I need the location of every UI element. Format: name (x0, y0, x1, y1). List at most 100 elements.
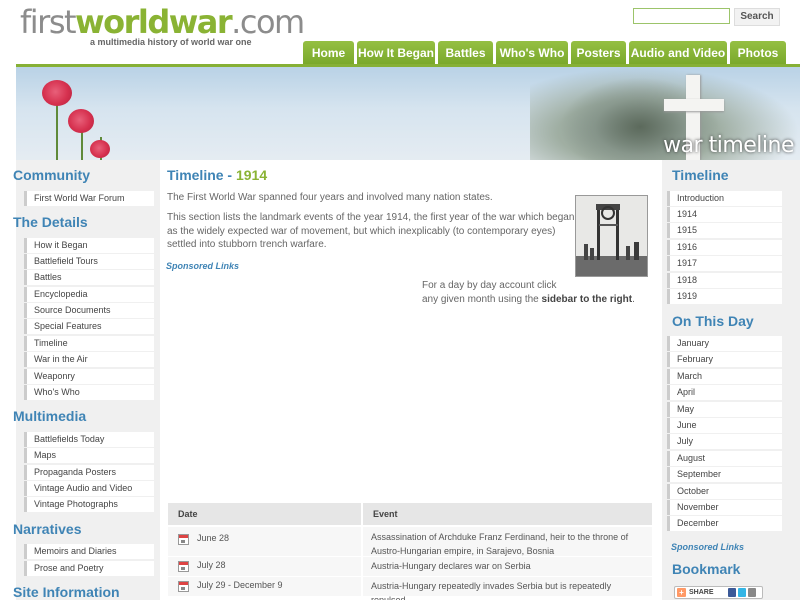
share-label: SHARE (689, 589, 714, 596)
sidebar-item-propaganda-posters[interactable]: Propaganda Posters (24, 465, 154, 480)
column-header-event: Event (373, 509, 398, 519)
page-title: Timeline - 1914 (167, 167, 267, 183)
site-logo[interactable]: firstworldwar.com (20, 3, 305, 41)
sidebar-item-source-documents[interactable]: Source Documents (24, 303, 154, 318)
memorial-cross-arm (664, 99, 724, 111)
timeline-item-1917[interactable]: 1917 (667, 256, 782, 271)
plus-icon: + (677, 588, 686, 597)
event-date: June 28 (197, 533, 230, 543)
page-title-prefix: Timeline - (167, 167, 236, 183)
logo-part-worldwar: worldwar (75, 3, 233, 41)
timeline-item-1919[interactable]: 1919 (667, 289, 782, 304)
historical-photo (575, 195, 648, 277)
sidebar-item-battlefields-today[interactable]: Battlefields Today (24, 432, 154, 447)
sidebar-item-war-in-the-air[interactable]: War in the Air (24, 352, 154, 367)
month-item-august[interactable]: August (667, 451, 782, 466)
sidebar-heading-narratives: Narratives (13, 521, 82, 537)
sidebar-item-forum[interactable]: First World War Forum (24, 191, 154, 206)
poppy-icon (68, 109, 94, 133)
intro-line: as the widely expected war of movement, … (167, 226, 556, 237)
month-item-july[interactable]: July (667, 434, 782, 449)
sidebar-item-maps[interactable]: Maps (24, 448, 154, 463)
table-header: Date Event (168, 503, 652, 525)
banner-title: war timeline (663, 133, 794, 158)
twitter-icon (738, 588, 746, 597)
event-date: July 29 - December 9 (197, 580, 283, 590)
sidebar-item-special-features[interactable]: Special Features (24, 319, 154, 334)
intro-line: settled into stubborn trench warfare. (167, 239, 327, 250)
sponsored-links-label: Sponsored Links (166, 261, 240, 271)
page-title-year: 1914 (235, 167, 268, 183)
search-button[interactable]: Search (734, 8, 780, 26)
email-icon (748, 588, 756, 597)
table-row: July 28 Austria-Hungary declares war on … (168, 557, 652, 576)
sidebar-heading-community: Community (13, 167, 90, 183)
month-item-june[interactable]: June (667, 418, 782, 433)
column-header-date: Date (178, 509, 198, 519)
sidebar-heading-multimedia: Multimedia (13, 408, 87, 424)
event-date: July 28 (197, 560, 226, 570)
sidebar-heading-timeline: Timeline (672, 167, 729, 183)
sidebar-heading-bookmark: Bookmark (672, 561, 741, 577)
sponsored-links-label: Sponsored Links (671, 542, 745, 552)
nav-how-it-began[interactable]: How It Began (357, 41, 435, 65)
sidebar-heading-on-this-day: On This Day (672, 313, 754, 329)
sidebar-item-weaponry[interactable]: Weaponry (24, 369, 154, 384)
sidebar-heading-site-information: Site Information (13, 584, 120, 600)
sidebar-item-whos-who[interactable]: Who's Who (24, 385, 154, 400)
sidebar-item-how-it-began[interactable]: How it Began (24, 238, 154, 253)
poppy-stem (56, 97, 58, 160)
date-cell: July 28 (168, 557, 361, 576)
event-cell: Austria-Hungary declares war on Serbia (363, 557, 652, 576)
nav-posters[interactable]: Posters (571, 41, 626, 65)
timeline-item-1918[interactable]: 1918 (667, 273, 782, 288)
calendar-icon (178, 534, 189, 545)
sidebar-item-memoirs-diaries[interactable]: Memoirs and Diaries (24, 544, 154, 559)
timeline-item-1915[interactable]: 1915 (667, 223, 782, 238)
timeline-item-1916[interactable]: 1916 (667, 240, 782, 255)
month-item-february[interactable]: February (667, 352, 782, 367)
sidebar-item-timeline[interactable]: Timeline (24, 336, 154, 351)
poppy-icon (42, 80, 72, 106)
sidebar-item-battlefield-tours[interactable]: Battlefield Tours (24, 254, 154, 269)
event-cell: Austria-Hungary repeatedly invades Serbi… (363, 577, 652, 600)
nav-photos[interactable]: Photos (730, 41, 786, 65)
month-item-december[interactable]: December (667, 516, 782, 531)
main-nav: Home How It Began Battles Who's Who Post… (300, 41, 786, 65)
nav-home[interactable]: Home (303, 41, 354, 65)
table-row: July 29 - December 9 Austria-Hungary rep… (168, 577, 652, 600)
month-item-october[interactable]: October (667, 484, 782, 499)
sidebar-item-battles[interactable]: Battles (24, 270, 154, 285)
day-note-line1: For a day by day account click (422, 280, 557, 291)
event-cell: Assassination of Archduke Franz Ferdinan… (363, 527, 652, 556)
day-note-line2: any given month using the sidebar to the… (422, 294, 635, 305)
timeline-item-1914[interactable]: 1914 (667, 207, 782, 222)
sidebar-item-prose-poetry[interactable]: Prose and Poetry (24, 561, 154, 576)
logo-part-com: .com (231, 3, 305, 41)
month-item-november[interactable]: November (667, 500, 782, 515)
sidebar-heading-details: The Details (13, 214, 88, 230)
facebook-icon (728, 588, 736, 597)
sidebar-item-vintage-photographs[interactable]: Vintage Photographs (24, 497, 154, 512)
poppy-icon (90, 140, 110, 158)
month-item-april[interactable]: April (667, 385, 782, 400)
month-item-may[interactable]: May (667, 402, 782, 417)
search-input[interactable] (633, 8, 730, 24)
nav-whos-who[interactable]: Who's Who (496, 41, 568, 65)
sidebar-item-encyclopedia[interactable]: Encyclopedia (24, 287, 154, 302)
nav-battles[interactable]: Battles (438, 41, 493, 65)
nav-audio-video[interactable]: Audio and Video (629, 41, 727, 65)
logo-part-first: first (20, 3, 77, 41)
month-item-march[interactable]: March (667, 369, 782, 384)
page-banner: war timeline (16, 67, 800, 160)
intro-line: This section lists the landmark events o… (167, 212, 575, 223)
sidebar-reference: sidebar to the right (541, 294, 633, 305)
month-item-september[interactable]: September (667, 467, 782, 482)
calendar-icon (178, 581, 189, 592)
intro-paragraph: The First World War spanned four years a… (167, 192, 493, 203)
sidebar-item-vintage-audio-video[interactable]: Vintage Audio and Video (24, 481, 154, 496)
month-item-january[interactable]: January (667, 336, 782, 351)
date-cell: July 29 - December 9 (168, 577, 361, 596)
timeline-item-introduction[interactable]: Introduction (667, 191, 782, 206)
share-button[interactable]: + SHARE (674, 586, 763, 599)
